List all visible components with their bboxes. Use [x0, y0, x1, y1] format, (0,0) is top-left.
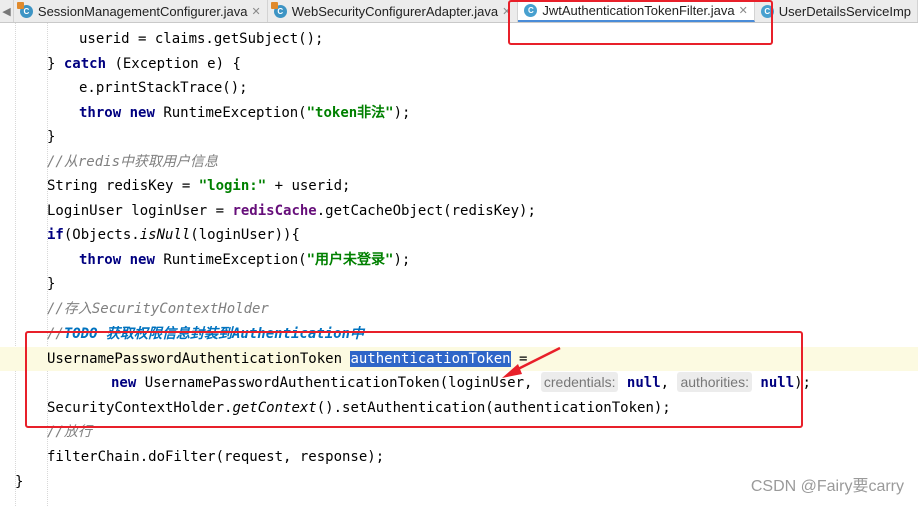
close-tab-icon[interactable]: ✕	[739, 4, 748, 17]
tab-label: WebSecurityConfigurerAdapter.java	[291, 3, 499, 19]
code-comment: //放行	[47, 424, 92, 440]
selected-identifier[interactable]: authenticationToken	[350, 351, 511, 367]
close-tab-icon[interactable]: ✕	[502, 5, 511, 18]
code-line: SecurityContextHolder.getContext().setAu…	[47, 400, 671, 416]
java-class-icon: C	[760, 4, 774, 18]
tab-label: JwtAuthenticationTokenFilter.java	[542, 2, 735, 18]
code-comment: //存入SecurityContextHolder	[47, 301, 269, 317]
code-line: throw new RuntimeException("用户未登录");	[79, 252, 411, 268]
code-line: } catch (Exception e) {	[47, 56, 241, 72]
code-line: String redisKey = "login:" + userid;	[47, 178, 351, 194]
tab-user-details-service-impl[interactable]: C UserDetailsServiceImp	[754, 0, 918, 22]
code-line: }	[47, 129, 56, 145]
tab-jwt-authentication-token-filter[interactable]: C JwtAuthenticationTokenFilter.java ✕	[518, 0, 755, 22]
code-line: new UsernamePasswordAuthenticationToken(…	[111, 372, 811, 392]
code-line: throw new RuntimeException("token非法");	[79, 105, 411, 121]
tab-label: UserDetailsServiceImp	[778, 3, 911, 19]
code-todo-comment: //TODO 获取权限信息封装到Authentication中	[47, 326, 365, 342]
java-class-icon: C	[524, 3, 538, 17]
indent-guide	[15, 23, 16, 506]
code-comment: //从redis中获取用户信息	[47, 154, 219, 170]
watermark: CSDN @Fairy要carry	[750, 478, 904, 495]
code-line: e.printStackTrace();	[79, 80, 248, 96]
code-line: if(Objects.isNull(loginUser)){	[47, 227, 300, 243]
java-class-icon: C	[270, 1, 287, 18]
code-line: userid = claims.getSubject();	[79, 31, 324, 47]
tab-web-security-configurer-adapter[interactable]: C WebSecurityConfigurerAdapter.java ✕	[267, 0, 519, 22]
code-line: }	[15, 474, 24, 490]
tab-session-management-configurer[interactable]: C SessionManagementConfigurer.java ✕	[13, 0, 268, 22]
code-line: filterChain.doFilter(request, response);	[47, 449, 385, 465]
code-line: }	[47, 276, 56, 292]
code-line: LoginUser loginUser = redisCache.getCach…	[47, 203, 536, 219]
code-editor[interactable]: userid = claims.getSubject(); } catch (E…	[0, 23, 918, 506]
close-tab-icon[interactable]: ✕	[251, 5, 260, 18]
parameter-hint: authorities:	[677, 372, 752, 392]
parameter-hint: credentials:	[540, 372, 619, 392]
scroll-tabs-left-icon[interactable]: ◀	[0, 0, 14, 22]
tab-label: SessionManagementConfigurer.java	[37, 3, 248, 19]
editor-tab-bar: ◀ C SessionManagementConfigurer.java ✕ C…	[0, 0, 918, 23]
java-class-icon: C	[16, 1, 33, 18]
code-line: UsernamePasswordAuthenticationToken auth…	[47, 351, 528, 367]
